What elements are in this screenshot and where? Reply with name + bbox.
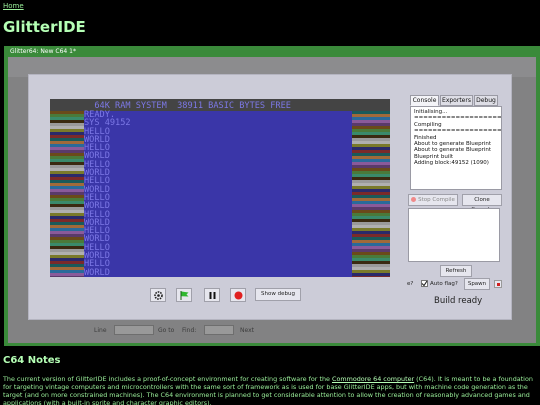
raster-stripe [50, 276, 84, 277]
find-input[interactable] [204, 325, 234, 335]
stop-small-button[interactable] [494, 280, 502, 288]
pause-button[interactable] [204, 288, 220, 302]
show-debug-button[interactable]: Show debug [255, 288, 301, 301]
spawn-button[interactable]: Spawn [464, 278, 490, 290]
auto-flag-checkbox[interactable] [421, 280, 428, 287]
raster-stripe [352, 276, 390, 277]
tab-console[interactable]: Console [410, 95, 439, 106]
c64-text: READY. SYS 49152 HELLO WORLD HELLO WORLD HELLO… [84, 111, 131, 277]
green-flag-icon [180, 291, 189, 300]
console-line: =================== [414, 115, 502, 122]
run-button[interactable] [176, 288, 192, 302]
commodore-64-link[interactable]: Commodore 64 computer [332, 375, 414, 383]
notes-title: C64 Notes [3, 355, 61, 366]
console-line: Adding block:49152 (1090) [414, 160, 489, 167]
c64-border-right [352, 111, 390, 277]
console-line: =================== [414, 128, 502, 135]
c64-display: READY. SYS 49152 HELLO WORLD HELLO WORLD HELLO… [84, 111, 352, 277]
background-goto-row: Line Go to Find: Next [14, 325, 534, 339]
goto-label[interactable]: Go to [158, 327, 174, 334]
line-label: Line [94, 327, 107, 334]
c64-line: WORLD [84, 267, 110, 277]
output-list[interactable] [408, 208, 500, 262]
console-line: About to generate Blueprint [414, 147, 492, 154]
stop-compile-label: Stop Compile [418, 197, 455, 203]
find-label: Find: [182, 327, 197, 334]
c64-screen[interactable]: READY. SYS 49152 HELLO WORLD HELLO WORLD HELLO… [50, 99, 390, 277]
window-title: Glitter64: New C64 1* [10, 48, 76, 55]
clone-console-button[interactable]: Clone Console [462, 194, 502, 213]
partial-label: e? [407, 281, 414, 287]
stop-icon [234, 291, 243, 300]
tab-debug[interactable]: Debug [474, 95, 498, 106]
notes-paragraph: The current version of GlitterIDE includ… [3, 375, 537, 405]
page-root: Home GlitterIDE Glitter64: New C64 1* Li… [0, 0, 540, 405]
pause-icon [209, 292, 216, 299]
line-input[interactable] [114, 325, 154, 335]
stop-compile-icon [411, 197, 417, 202]
build-status: Build ready [434, 296, 483, 306]
gear-icon [154, 291, 163, 300]
c64-header: 64K RAM SYSTEM 38911 BASIC BYTES FREE [84, 101, 291, 111]
settings-button[interactable] [150, 288, 166, 302]
notes-text-1: The current version of GlitterIDE includ… [3, 375, 332, 383]
stop-small-icon [497, 283, 500, 286]
stop-button[interactable] [230, 288, 246, 302]
check-icon [421, 280, 428, 287]
home-link[interactable]: Home [3, 2, 24, 10]
auto-flag-label: Auto flag? [430, 281, 458, 287]
tab-exporters[interactable]: Exporters [440, 95, 473, 106]
console-output: Initialising... =================== Compil… [410, 106, 502, 190]
next-label[interactable]: Next [240, 327, 254, 334]
refresh-button[interactable]: Refresh [440, 265, 472, 277]
page-title: GlitterIDE [3, 18, 86, 36]
c64-border-left [50, 111, 84, 277]
stop-compile-button[interactable]: Stop Compile [408, 194, 458, 206]
